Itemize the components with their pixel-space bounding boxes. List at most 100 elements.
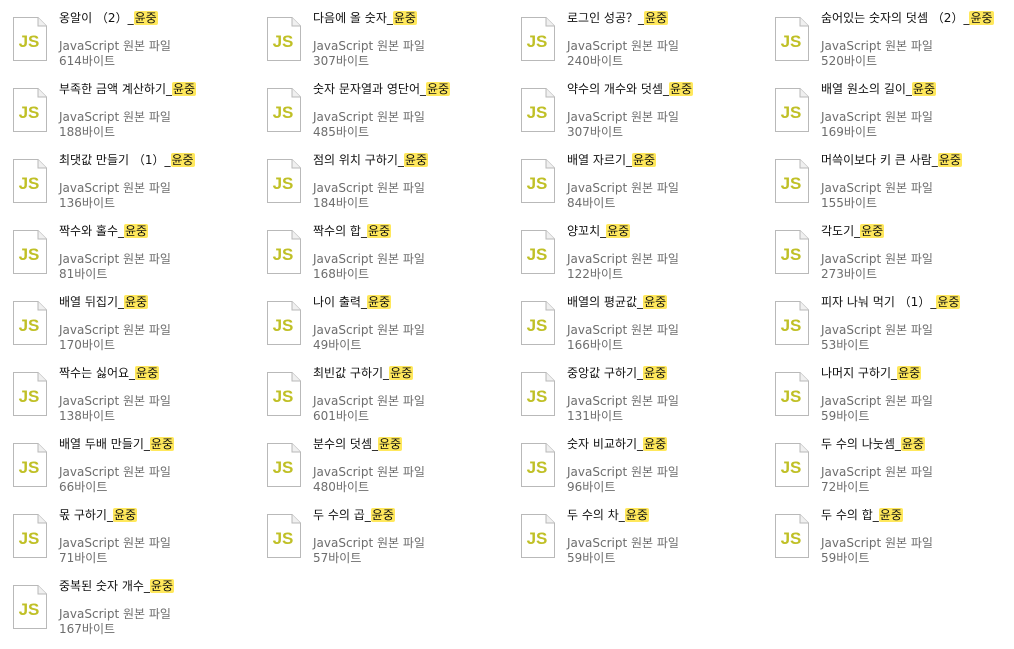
- file-item[interactable]: JS 숨어있는 숫자의 덧셈 （2）_윤중 JavaScript 원본 파일 520바…: [762, 8, 1012, 74]
- file-name-text: 로그인 성공？_: [567, 11, 645, 25]
- search-highlight: 윤중: [366, 295, 392, 309]
- file-item[interactable]: JS 점의 위치 구하기_윤중 JavaScript 원본 파일 184바이트: [254, 150, 504, 216]
- file-type: JavaScript 원본 파일: [59, 110, 171, 124]
- search-highlight: 윤중: [643, 366, 668, 380]
- file-size: 66바이트: [59, 480, 108, 494]
- file-size: 59바이트: [567, 551, 616, 565]
- file-item[interactable]: JS 중복된 숫자 개수_윤중 JavaScript 원본 파일 167바이트: [0, 576, 250, 642]
- file-item[interactable]: JS 최빈값 구하기_윤중 JavaScript 원본 파일 601바이트: [254, 363, 504, 429]
- file-type: JavaScript 원본 파일: [313, 252, 425, 266]
- file-size: 480바이트: [313, 480, 370, 494]
- file-name-text: 숫자 비교하기_: [567, 437, 644, 451]
- javascript-file-icon: JS: [775, 230, 809, 274]
- search-highlight: 윤중: [170, 153, 195, 167]
- file-item[interactable]: JS 두 수의 나눗셈_윤중 JavaScript 원본 파일 72바이트: [762, 434, 1012, 500]
- file-type: JavaScript 원본 파일: [821, 536, 933, 550]
- file-name: 중앙값 구하기_윤중: [567, 365, 668, 381]
- file-item[interactable]: JS 나이 출력_윤중 JavaScript 원본 파일 49바이트: [254, 292, 504, 358]
- file-name: 짝수와 홀수_윤중: [59, 223, 149, 239]
- file-name: 배열의 평균값_윤중: [567, 294, 668, 310]
- file-type: JavaScript 원본 파일: [313, 465, 425, 479]
- file-size: 59바이트: [821, 551, 870, 565]
- file-item[interactable]: JS 숫자 비교하기_윤중 JavaScript 원본 파일 96바이트: [508, 434, 758, 500]
- file-name-text: 중앙값 구하기_: [567, 366, 644, 380]
- search-highlight: 윤중: [370, 508, 395, 522]
- file-item[interactable]: JS 머쓱이보다 키 큰 사람_윤중 JavaScript 원본 파일 155바이트: [762, 150, 1012, 216]
- file-name: 다음에 올 숫자_윤중: [313, 10, 417, 26]
- file-type: JavaScript 원본 파일: [567, 39, 679, 53]
- file-type: JavaScript 원본 파일: [313, 394, 425, 408]
- file-type: JavaScript 원본 파일: [59, 323, 171, 337]
- file-size: 72바이트: [821, 480, 870, 494]
- file-size: 273바이트: [821, 267, 878, 281]
- file-name: 짝수는 싫어요_윤중: [59, 365, 160, 381]
- file-name-text: 최댓값 만들기 （1）_: [59, 153, 171, 167]
- file-item[interactable]: JS 두 수의 차_윤중 JavaScript 원본 파일 59바이트: [508, 505, 758, 571]
- file-name-text: 각도기_: [821, 224, 861, 238]
- search-highlight: 윤중: [606, 224, 631, 238]
- file-name: 숨어있는 숫자의 덧셈 （2）_윤중: [821, 10, 994, 26]
- svg-text:JS: JS: [19, 529, 40, 548]
- search-highlight: 윤중: [366, 224, 392, 238]
- file-item[interactable]: JS 약수의 개수와 덧셈_윤중 JavaScript 원본 파일 307바이트: [508, 79, 758, 145]
- file-item[interactable]: JS 로그인 성공？_윤중 JavaScript 원본 파일 240바이트: [508, 8, 758, 74]
- file-item[interactable]: JS 두 수의 합_윤중 JavaScript 원본 파일 59바이트: [762, 505, 1012, 571]
- file-item[interactable]: JS 배열 자르기_윤중 JavaScript 원본 파일 84바이트: [508, 150, 758, 216]
- file-type: JavaScript 원본 파일: [821, 465, 933, 479]
- search-highlight: 윤중: [624, 508, 649, 522]
- file-item[interactable]: JS 두 수의 곱_윤중 JavaScript 원본 파일 57바이트: [254, 505, 504, 571]
- svg-text:JS: JS: [527, 316, 548, 335]
- javascript-file-icon: JS: [267, 514, 301, 558]
- file-type: JavaScript 원본 파일: [313, 39, 425, 53]
- file-size: 601바이트: [313, 409, 370, 423]
- file-name: 부족한 금액 계산하기_윤중: [59, 81, 197, 97]
- file-item[interactable]: JS 분수의 덧셈_윤중 JavaScript 원본 파일 480바이트: [254, 434, 504, 500]
- file-size: 155바이트: [821, 196, 878, 210]
- svg-text:JS: JS: [781, 103, 802, 122]
- file-name: 배열 원소의 길이_윤중: [821, 81, 937, 97]
- file-name-text: 분수의 덧셈_: [313, 437, 379, 451]
- file-item[interactable]: JS 최댓값 만들기 （1）_윤중 JavaScript 원본 파일 136바이트: [0, 150, 250, 216]
- file-item[interactable]: JS 짝수와 홀수_윤중 JavaScript 원본 파일 81바이트: [0, 221, 250, 287]
- javascript-file-icon: JS: [775, 88, 809, 132]
- file-item[interactable]: JS 몫 구하기_윤중 JavaScript 원본 파일 71바이트: [0, 505, 250, 571]
- search-highlight: 윤중: [124, 295, 149, 309]
- file-item[interactable]: JS 배열 두배 만들기_윤중 JavaScript 원본 파일 66바이트: [0, 434, 250, 500]
- file-item[interactable]: JS 중앙값 구하기_윤중 JavaScript 원본 파일 131바이트: [508, 363, 758, 429]
- file-item[interactable]: JS 피자 나눠 먹기 （1）_윤중 JavaScript 원본 파일 53바이트: [762, 292, 1012, 358]
- file-item[interactable]: JS 양꼬치_윤중 JavaScript 원본 파일 122바이트: [508, 221, 758, 287]
- file-name-text: 배열 자르기_: [567, 153, 633, 167]
- search-highlight: 윤중: [392, 11, 417, 25]
- file-item[interactable]: JS 각도기_윤중 JavaScript 원본 파일 273바이트: [762, 221, 1012, 287]
- file-item[interactable]: JS 옹알이 （2）_윤중 JavaScript 원본 파일 614바이트: [0, 8, 250, 74]
- file-item[interactable]: JS 짝수는 싫어요_윤중 JavaScript 원본 파일 138바이트: [0, 363, 250, 429]
- file-item[interactable]: JS 나머지 구하기_윤중 JavaScript 원본 파일 59바이트: [762, 363, 1012, 429]
- file-name-text: 점의 위치 구하기_: [313, 153, 404, 167]
- svg-text:JS: JS: [781, 174, 802, 193]
- file-size: 166바이트: [567, 338, 624, 352]
- file-name: 머쓱이보다 키 큰 사람_윤중: [821, 152, 962, 168]
- file-name-text: 숨어있는 숫자의 덧셈 （2）_: [821, 11, 970, 25]
- file-type: JavaScript 원본 파일: [59, 465, 171, 479]
- search-highlight: 윤중: [860, 224, 885, 238]
- file-item[interactable]: JS 배열의 평균값_윤중 JavaScript 원본 파일 166바이트: [508, 292, 758, 358]
- file-name-text: 몫 구하기_: [59, 508, 113, 522]
- file-name: 최댓값 만들기 （1）_윤중: [59, 152, 195, 168]
- javascript-file-icon: JS: [521, 88, 555, 132]
- file-name-text: 피자 나눠 먹기 （1）_: [821, 295, 937, 309]
- file-item[interactable]: JS 숫자 문자열과 영단어_윤중 JavaScript 원본 파일 485바이트: [254, 79, 504, 145]
- file-type: JavaScript 원본 파일: [821, 181, 933, 195]
- javascript-file-icon: JS: [775, 372, 809, 416]
- svg-text:JS: JS: [781, 32, 802, 51]
- javascript-file-icon: JS: [775, 17, 809, 61]
- file-item[interactable]: JS 부족한 금액 계산하기_윤중 JavaScript 원본 파일 188바이트: [0, 79, 250, 145]
- svg-text:JS: JS: [273, 316, 294, 335]
- javascript-file-icon: JS: [13, 17, 47, 61]
- file-item[interactable]: JS 짝수의 합_윤중 JavaScript 원본 파일 168바이트: [254, 221, 504, 287]
- file-name: 배열 자르기_윤중: [567, 152, 657, 168]
- javascript-file-icon: JS: [775, 159, 809, 203]
- file-item[interactable]: JS 배열 원소의 길이_윤중 JavaScript 원본 파일 169바이트: [762, 79, 1012, 145]
- javascript-file-icon: JS: [267, 230, 301, 274]
- file-item[interactable]: JS 다음에 올 숫자_윤중 JavaScript 원본 파일 307바이트: [254, 8, 504, 74]
- file-item[interactable]: JS 배열 뒤집기_윤중 JavaScript 원본 파일 170바이트: [0, 292, 250, 358]
